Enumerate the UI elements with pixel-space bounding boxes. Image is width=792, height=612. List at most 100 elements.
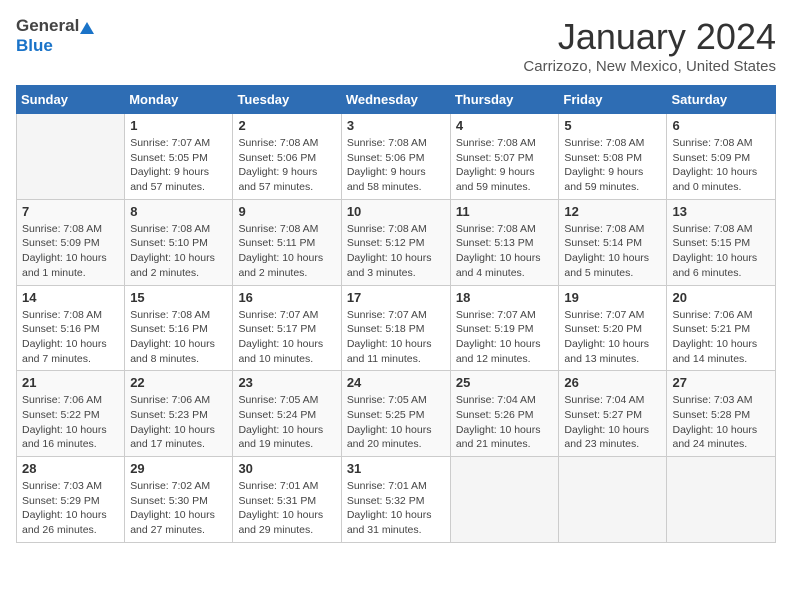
day-number: 8: [130, 204, 227, 219]
calendar-cell: 7 Sunrise: 7:08 AMSunset: 5:09 PMDaylight…: [17, 199, 125, 285]
calendar-cell: 24 Sunrise: 7:05 AMSunset: 5:25 PMDayligh…: [341, 371, 450, 457]
calendar-cell: 19 Sunrise: 7:07 AMSunset: 5:20 PMDayligh…: [559, 285, 667, 371]
calendar-cell: 28Sunrise: 7:03 AMSunset: 5:29 PMDayligh…: [17, 457, 125, 543]
day-info: Sunrise: 7:04 AMSunset: 5:27 PMDaylight:…: [564, 393, 661, 452]
calendar-cell: [17, 114, 125, 200]
day-info: Sunrise: 7:02 AMSunset: 5:30 PMDaylight:…: [130, 479, 227, 538]
calendar-cell: 3 Sunrise: 7:08 AMSunset: 5:06 PMDaylight…: [341, 114, 450, 200]
day-info: Sunrise: 7:05 AMSunset: 5:24 PMDaylight:…: [238, 393, 335, 452]
day-info: Sunrise: 7:08 AMSunset: 5:09 PMDaylight:…: [672, 136, 770, 195]
day-number: 1: [130, 118, 227, 133]
day-number: 19: [564, 290, 661, 305]
day-header-wednesday: Wednesday: [341, 86, 450, 114]
day-header-tuesday: Tuesday: [233, 86, 341, 114]
calendar-week-row: 28Sunrise: 7:03 AMSunset: 5:29 PMDayligh…: [17, 457, 776, 543]
day-number: 10: [347, 204, 445, 219]
day-number: 23: [238, 375, 335, 390]
calendar-cell: 20Sunrise: 7:06 AMSunset: 5:21 PMDayligh…: [667, 285, 776, 371]
calendar-cell: 15 Sunrise: 7:08 AMSunset: 5:16 PMDayligh…: [125, 285, 233, 371]
day-number: 6: [672, 118, 770, 133]
day-number: 9: [238, 204, 335, 219]
calendar-cell: 13Sunrise: 7:08 AMSunset: 5:15 PMDayligh…: [667, 199, 776, 285]
calendar-cell: 27 Sunrise: 7:03 AMSunset: 5:28 PMDayligh…: [667, 371, 776, 457]
day-header-monday: Monday: [125, 86, 233, 114]
day-number: 3: [347, 118, 445, 133]
day-number: 25: [456, 375, 554, 390]
day-number: 18: [456, 290, 554, 305]
calendar-cell: 6 Sunrise: 7:08 AMSunset: 5:09 PMDaylight…: [667, 114, 776, 200]
day-info: Sunrise: 7:08 AMSunset: 5:16 PMDaylight:…: [22, 308, 119, 367]
day-info: Sunrise: 7:01 AMSunset: 5:32 PMDaylight:…: [347, 479, 445, 538]
month-title: January 2024: [523, 16, 776, 58]
calendar-cell: 11 Sunrise: 7:08 AMSunset: 5:13 PMDayligh…: [450, 199, 559, 285]
calendar-cell: 29 Sunrise: 7:02 AMSunset: 5:30 PMDayligh…: [125, 457, 233, 543]
calendar-cell: 18 Sunrise: 7:07 AMSunset: 5:19 PMDayligh…: [450, 285, 559, 371]
day-info: Sunrise: 7:08 AMSunset: 5:07 PMDaylight:…: [456, 136, 554, 195]
calendar-week-row: 1 Sunrise: 7:07 AMSunset: 5:05 PMDaylight…: [17, 114, 776, 200]
location-title: Carrizozo, New Mexico, United States: [523, 58, 776, 75]
day-info: Sunrise: 7:08 AMSunset: 5:13 PMDaylight:…: [456, 222, 554, 281]
day-number: 22: [130, 375, 227, 390]
day-number: 11: [456, 204, 554, 219]
day-info: Sunrise: 7:07 AMSunset: 5:18 PMDaylight:…: [347, 308, 445, 367]
day-info: Sunrise: 7:08 AMSunset: 5:11 PMDaylight:…: [238, 222, 335, 281]
calendar-cell: 16 Sunrise: 7:07 AMSunset: 5:17 PMDayligh…: [233, 285, 341, 371]
logo-general: General: [16, 16, 79, 36]
day-number: 15: [130, 290, 227, 305]
calendar-cell: 2Sunrise: 7:08 AMSunset: 5:06 PMDaylight…: [233, 114, 341, 200]
calendar-cell: 22Sunrise: 7:06 AMSunset: 5:23 PMDayligh…: [125, 371, 233, 457]
day-info: Sunrise: 7:08 AMSunset: 5:16 PMDaylight:…: [130, 308, 227, 367]
calendar-week-row: 7 Sunrise: 7:08 AMSunset: 5:09 PMDaylight…: [17, 199, 776, 285]
day-info: Sunrise: 7:06 AMSunset: 5:22 PMDaylight:…: [22, 393, 119, 452]
day-info: Sunrise: 7:04 AMSunset: 5:26 PMDaylight:…: [456, 393, 554, 452]
day-number: 28: [22, 461, 119, 476]
day-info: Sunrise: 7:08 AMSunset: 5:06 PMDaylight:…: [347, 136, 445, 195]
day-info: Sunrise: 7:06 AMSunset: 5:21 PMDaylight:…: [672, 308, 770, 367]
day-number: 31: [347, 461, 445, 476]
day-info: Sunrise: 7:08 AMSunset: 5:09 PMDaylight:…: [22, 222, 119, 281]
calendar-cell: 26Sunrise: 7:04 AMSunset: 5:27 PMDayligh…: [559, 371, 667, 457]
day-number: 7: [22, 204, 119, 219]
calendar-cell: 12Sunrise: 7:08 AMSunset: 5:14 PMDayligh…: [559, 199, 667, 285]
calendar-cell: 4Sunrise: 7:08 AMSunset: 5:07 PMDaylight…: [450, 114, 559, 200]
day-number: 5: [564, 118, 661, 133]
calendar-cell: 23 Sunrise: 7:05 AMSunset: 5:24 PMDayligh…: [233, 371, 341, 457]
day-info: Sunrise: 7:01 AMSunset: 5:31 PMDaylight:…: [238, 479, 335, 538]
logo-triangle-icon: [80, 22, 94, 34]
logo-blue: Blue: [16, 36, 53, 55]
calendar-cell: 25 Sunrise: 7:04 AMSunset: 5:26 PMDayligh…: [450, 371, 559, 457]
day-number: 2: [238, 118, 335, 133]
calendar-cell: [450, 457, 559, 543]
day-number: 12: [564, 204, 661, 219]
calendar-cell: 10Sunrise: 7:08 AMSunset: 5:12 PMDayligh…: [341, 199, 450, 285]
calendar-cell: 31 Sunrise: 7:01 AMSunset: 5:32 PMDayligh…: [341, 457, 450, 543]
calendar-table: SundayMondayTuesdayWednesdayThursdayFrid…: [16, 85, 776, 543]
day-number: 29: [130, 461, 227, 476]
day-header-thursday: Thursday: [450, 86, 559, 114]
day-number: 16: [238, 290, 335, 305]
calendar-cell: 9 Sunrise: 7:08 AMSunset: 5:11 PMDaylight…: [233, 199, 341, 285]
calendar-cell: 21 Sunrise: 7:06 AMSunset: 5:22 PMDayligh…: [17, 371, 125, 457]
day-info: Sunrise: 7:07 AMSunset: 5:05 PMDaylight:…: [130, 136, 227, 195]
day-number: 27: [672, 375, 770, 390]
day-header-saturday: Saturday: [667, 86, 776, 114]
day-number: 24: [347, 375, 445, 390]
calendar-cell: 1 Sunrise: 7:07 AMSunset: 5:05 PMDaylight…: [125, 114, 233, 200]
day-info: Sunrise: 7:05 AMSunset: 5:25 PMDaylight:…: [347, 393, 445, 452]
day-info: Sunrise: 7:03 AMSunset: 5:28 PMDaylight:…: [672, 393, 770, 452]
page-container: General Blue January 2024 Carrizozo, New…: [16, 16, 776, 543]
day-info: Sunrise: 7:07 AMSunset: 5:19 PMDaylight:…: [456, 308, 554, 367]
calendar-week-row: 21 Sunrise: 7:06 AMSunset: 5:22 PMDayligh…: [17, 371, 776, 457]
calendar-cell: 8Sunrise: 7:08 AMSunset: 5:10 PMDaylight…: [125, 199, 233, 285]
day-number: 21: [22, 375, 119, 390]
logo: General Blue: [16, 16, 94, 56]
header-area: General Blue January 2024 Carrizozo, New…: [16, 16, 776, 75]
title-area: January 2024 Carrizozo, New Mexico, Unit…: [523, 16, 776, 75]
day-header-friday: Friday: [559, 86, 667, 114]
day-info: Sunrise: 7:07 AMSunset: 5:20 PMDaylight:…: [564, 308, 661, 367]
day-info: Sunrise: 7:07 AMSunset: 5:17 PMDaylight:…: [238, 308, 335, 367]
day-number: 17: [347, 290, 445, 305]
calendar-cell: [667, 457, 776, 543]
day-header-sunday: Sunday: [17, 86, 125, 114]
calendar-cell: 17 Sunrise: 7:07 AMSunset: 5:18 PMDayligh…: [341, 285, 450, 371]
